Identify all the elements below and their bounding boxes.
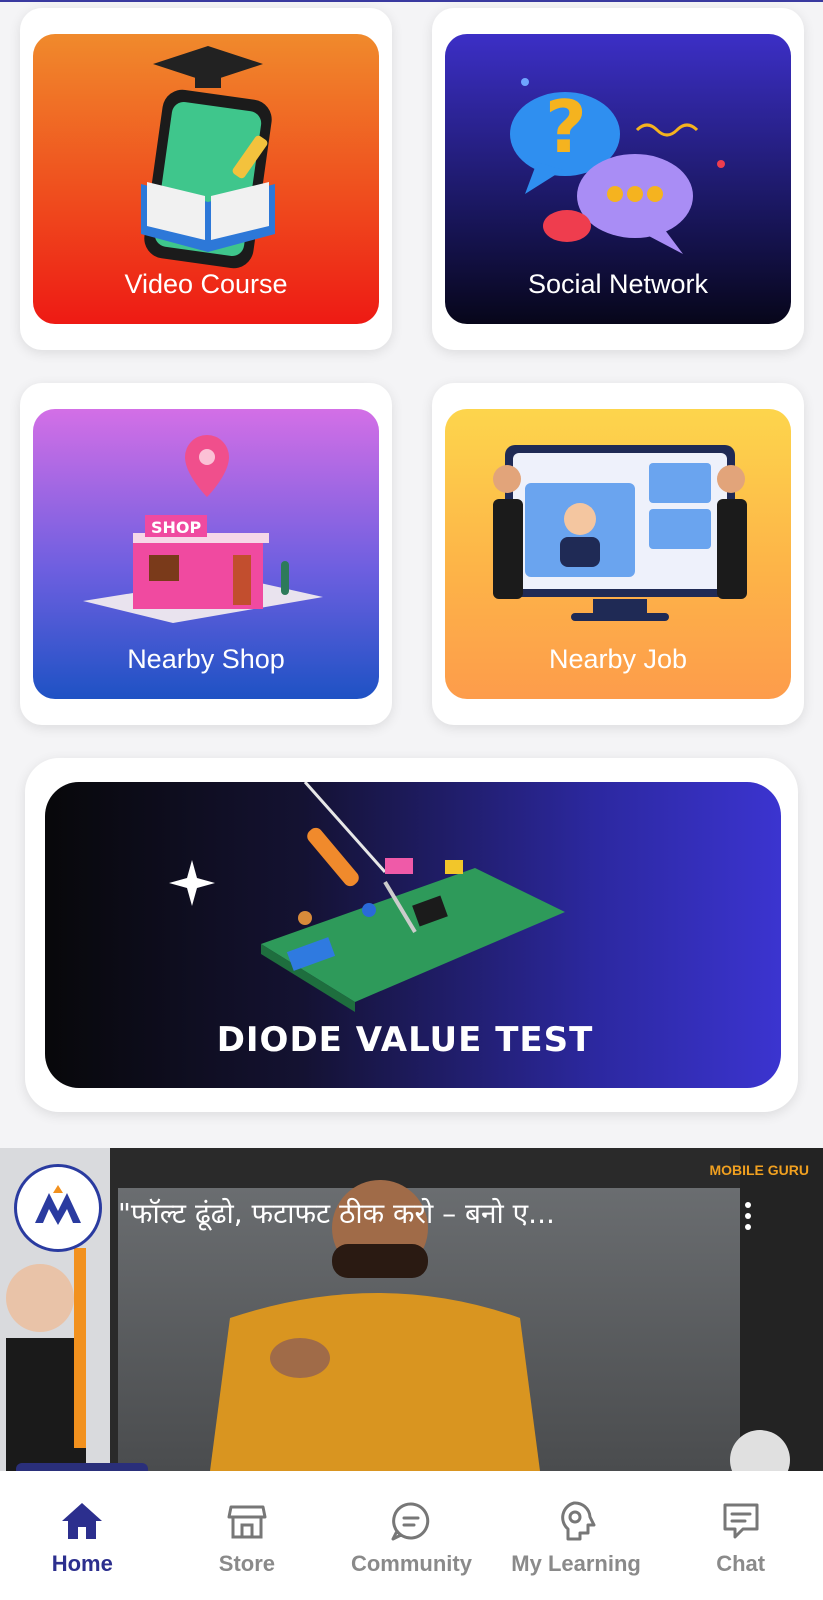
nav-my-learning-label: My Learning (511, 1551, 641, 1576)
diode-test-label: DIODE VALUE TEST (216, 1020, 594, 1060)
nav-home-label: Home (51, 1551, 113, 1576)
home-icon (62, 1503, 103, 1539)
more-options-icon[interactable] (733, 1196, 763, 1236)
head-bulb-icon (561, 1501, 596, 1541)
social-network-card[interactable]: ? Social Network (432, 8, 804, 350)
nearby-job-card[interactable]: Nearby Job (432, 383, 804, 725)
chat-bubble-icon (391, 1502, 430, 1541)
channel-avatar[interactable] (14, 1164, 102, 1252)
nearby-job-tile[interactable]: Nearby Job (445, 409, 791, 699)
nav-my-learning[interactable]: My Learning (494, 1471, 659, 1600)
social-network-label: Social Network (527, 269, 709, 299)
video-player[interactable]: "फॉल्ट ढूंढो, फटाफट ठीक करो – बनो ए... M… (0, 1148, 823, 1471)
video-course-tile[interactable]: Video Course (33, 34, 379, 324)
video-progress-bar[interactable] (16, 1463, 148, 1471)
bottom-navigation: Home Store Community My Learning Chat (0, 1471, 823, 1600)
nav-home[interactable]: Home (0, 1471, 165, 1600)
diode-test-card[interactable]: DIODE VALUE TEST (25, 758, 798, 1112)
nav-store[interactable]: Store (165, 1471, 330, 1600)
video-title[interactable]: "फॉल्ट ढूंढो, फटाफट ठीक करो – बनो ए... (118, 1194, 698, 1232)
nearby-shop-card[interactable]: SHOP Nearby Shop (20, 383, 392, 725)
nav-community[interactable]: Community (329, 1471, 494, 1600)
svg-text:?: ? (545, 85, 587, 169)
nav-store-label: Store (218, 1551, 276, 1576)
nav-community-label: Community (350, 1551, 472, 1576)
nav-chat[interactable]: Chat (658, 1471, 823, 1600)
message-icon (723, 1503, 759, 1539)
nearby-shop-tile[interactable]: SHOP Nearby Shop (33, 409, 379, 699)
video-course-label: Video Course (124, 269, 288, 299)
nearby-shop-label: Nearby Shop (127, 644, 285, 674)
nearby-job-label: Nearby Job (548, 644, 688, 674)
video-course-card[interactable]: Video Course (20, 8, 392, 350)
nav-chat-label: Chat (716, 1551, 766, 1576)
social-network-tile[interactable]: ? Social Network (445, 34, 791, 324)
store-icon (227, 1505, 267, 1539)
top-divider (0, 0, 823, 2)
channel-logo-icon (35, 1185, 81, 1225)
diode-test-banner[interactable]: DIODE VALUE TEST (45, 782, 781, 1088)
svg-text:SHOP: SHOP (151, 518, 202, 537)
channel-brand: MOBILE GURU (709, 1162, 809, 1178)
